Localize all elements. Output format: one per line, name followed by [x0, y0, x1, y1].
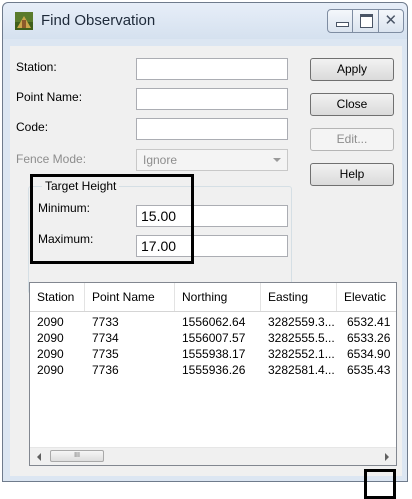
column-header-easting[interactable]: Easting [261, 283, 337, 311]
scroll-right-button[interactable] [378, 449, 394, 464]
station-input[interactable] [136, 58, 288, 80]
column-header-northing[interactable]: Northing [175, 283, 261, 311]
arrow-right-icon [385, 453, 389, 461]
title-bar[interactable]: Find Observation ✕ [3, 3, 407, 39]
cell-elevation: 6534.90 [347, 347, 391, 361]
table-row[interactable]: 2090 7733 1556062.64 3282559.3... 6532.4… [30, 314, 396, 330]
cell-point-name: 7734 [92, 331, 119, 345]
apply-button[interactable]: Apply [310, 58, 394, 81]
horizontal-scrollbar[interactable]: III [30, 447, 396, 465]
table-row[interactable]: 2090 7734 1556007.57 3282555.5... 6533.2… [30, 330, 396, 346]
fence-mode-value: Ignore [143, 153, 178, 167]
minimize-icon [336, 22, 349, 27]
cell-easting: 3282581.4... [268, 363, 335, 377]
arrow-left-icon [37, 453, 41, 461]
list-header: Station Point Name Northing Easting Elev… [30, 283, 396, 312]
target-height-highlight [30, 174, 194, 264]
code-label: Code: [16, 120, 49, 134]
fence-mode-label: Fence Mode: [16, 152, 87, 166]
window-title: Find Observation [41, 12, 156, 29]
column-header-point-name[interactable]: Point Name [85, 283, 175, 311]
point-name-label: Point Name: [16, 90, 83, 104]
scroll-right-highlight [364, 469, 396, 499]
cell-easting: 3282552.1... [268, 347, 335, 361]
scroll-left-button[interactable] [32, 449, 48, 464]
fence-mode-select[interactable]: Ignore [136, 149, 288, 171]
scrollbar-thumb[interactable]: III [50, 450, 104, 462]
cell-station: 2090 [37, 363, 64, 377]
caption-buttons: ✕ [327, 9, 404, 33]
cell-point-name: 7736 [92, 363, 119, 377]
minimize-button[interactable] [328, 10, 354, 32]
code-input[interactable] [136, 118, 288, 140]
cell-easting: 3282559.3... [268, 315, 335, 329]
help-button[interactable]: Help [310, 163, 394, 186]
station-label: Station: [16, 60, 57, 74]
find-observation-window: Find Observation ✕ Station: Point Name: … [2, 2, 408, 482]
maximize-icon [360, 14, 374, 28]
edit-button[interactable]: Edit... [310, 128, 394, 151]
cell-station: 2090 [37, 331, 64, 345]
cell-easting: 3282555.5... [268, 331, 335, 345]
table-row[interactable]: 2090 7736 1555936.26 3282581.4... 6535.4… [30, 362, 396, 378]
cell-northing: 1555938.17 [182, 347, 246, 361]
maximize-button[interactable] [353, 10, 379, 32]
column-header-elevation[interactable]: Elevatic [337, 283, 396, 311]
cell-point-name: 7735 [92, 347, 119, 361]
point-name-input[interactable] [136, 88, 288, 110]
cell-northing: 1556007.57 [182, 331, 246, 345]
dialog-client-area: Station: Point Name: Code: Fence Mode: I… [10, 46, 402, 476]
chevron-down-icon [273, 158, 281, 162]
close-button[interactable]: Close [310, 93, 394, 116]
cell-elevation: 6532.41 [347, 315, 391, 329]
cell-station: 2090 [37, 347, 64, 361]
cell-point-name: 7733 [92, 315, 119, 329]
column-header-station[interactable]: Station [30, 283, 85, 311]
close-window-button[interactable]: ✕ [379, 10, 403, 32]
cell-elevation: 6533.26 [347, 331, 391, 345]
cell-northing: 1556062.64 [182, 315, 246, 329]
cell-northing: 1555936.26 [182, 363, 246, 377]
close-icon: ✕ [384, 12, 398, 29]
observation-list[interactable]: Station Point Name Northing Easting Elev… [29, 282, 397, 466]
app-icon [15, 12, 33, 30]
table-row[interactable]: 2090 7735 1555938.17 3282552.1... 6534.9… [30, 346, 396, 362]
cell-station: 2090 [37, 315, 64, 329]
cell-elevation: 6535.43 [347, 363, 391, 377]
